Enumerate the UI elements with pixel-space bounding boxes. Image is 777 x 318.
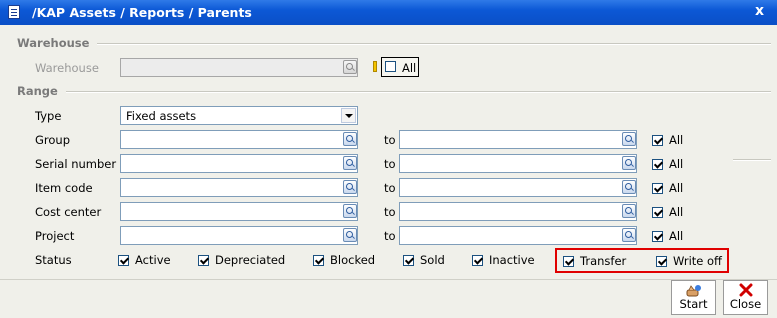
lookup-icon[interactable] [343,180,357,194]
cost-center-to-input[interactable] [399,202,637,221]
status-inactive-checkbox[interactable]: Inactive [472,253,535,267]
range-row-label: Serial number [35,157,117,171]
project-from-input[interactable] [120,226,358,245]
lookup-icon[interactable] [343,228,357,242]
serial-from-input[interactable] [120,154,358,173]
status-option-label: Active [135,253,171,267]
cost-center-from-input[interactable] [120,202,358,221]
lookup-icon[interactable] [343,156,357,170]
start-label: Start [679,297,708,311]
highlight-box [555,248,729,273]
status-blocked-checkbox[interactable]: Blocked [313,253,375,267]
item-code-to-input[interactable] [399,178,637,197]
lookup-icon[interactable] [622,180,636,194]
divider [733,159,771,161]
serial-all-checkbox[interactable]: All [652,157,683,171]
to-label: to [384,133,396,147]
status-option-label: Inactive [489,253,535,267]
title-bar: /KAP Assets / Reports / Parents x [0,0,777,25]
checkbox-checked-icon [198,254,209,266]
group-from-input[interactable] [120,130,358,149]
warehouse-all-label: All [402,61,417,75]
checkbox-checked-icon [385,61,396,72]
lookup-icon[interactable] [622,228,636,242]
project-to-input[interactable] [399,226,637,245]
type-select[interactable]: Fixed assets [120,106,358,125]
section-warehouse: Warehouse [17,36,90,50]
group-all-checkbox[interactable]: All [652,133,683,147]
item-code-from-input[interactable] [120,178,358,197]
lookup-icon[interactable] [622,156,636,170]
checkbox-checked-icon [403,254,414,266]
all-label: All [669,205,684,219]
status-active-checkbox[interactable]: Active [118,253,171,267]
to-label: to [384,229,396,243]
checkbox-checked-icon [652,158,663,170]
range-row-label: Item code [35,181,93,195]
start-button[interactable]: Start [671,280,716,315]
document-icon [8,5,20,19]
chevron-down-icon[interactable] [341,108,356,123]
close-label: Close [729,297,762,311]
checkbox-checked-icon [652,230,663,242]
serial-to-input[interactable] [399,154,637,173]
status-depreciated-checkbox[interactable]: Depreciated [198,253,285,267]
checkbox-checked-icon [652,134,663,146]
type-value: Fixed assets [126,109,197,123]
all-label: All [669,181,684,195]
close-window-icon[interactable]: x [755,3,764,19]
all-label: All [669,157,684,171]
lookup-icon[interactable] [622,132,636,146]
status-sold-checkbox[interactable]: Sold [403,253,445,267]
item-code-all-checkbox[interactable]: All [652,181,683,195]
section-range: Range [17,84,58,98]
range-row-label: Cost center [35,205,102,219]
checkbox-checked-icon [118,254,129,266]
all-label: All [669,229,684,243]
status-option-label: Depreciated [215,253,286,267]
checkbox-checked-icon [652,206,663,218]
warehouse-label: Warehouse [35,61,99,75]
checkbox-checked-icon [472,254,483,266]
lookup-icon[interactable] [343,132,357,146]
to-label: to [384,181,396,195]
lookup-icon [343,60,357,74]
range-row-label: Project [35,229,75,243]
divider [97,43,771,45]
required-marker [373,61,377,72]
cost-center-all-checkbox[interactable]: All [652,205,683,219]
status-option-label: Sold [420,253,445,267]
group-to-input[interactable] [399,130,637,149]
status-option-label: Blocked [330,253,376,267]
warehouse-all-checkbox[interactable]: All [381,57,419,77]
checkbox-checked-icon [652,182,663,194]
status-label: Status [35,253,72,267]
project-all-checkbox[interactable]: All [652,229,683,243]
divider [66,91,771,93]
lookup-icon[interactable] [622,204,636,218]
lookup-icon[interactable] [343,204,357,218]
close-button[interactable]: Close [723,280,768,315]
checkbox-checked-icon [313,254,324,266]
window-title: /KAP Assets / Reports / Parents [32,5,252,20]
range-row-label: Group [35,133,71,147]
warehouse-field [120,58,358,77]
to-label: to [384,205,396,219]
divider [0,279,777,280]
all-label: All [669,133,684,147]
to-label: to [384,157,396,171]
type-label: Type [35,109,62,123]
